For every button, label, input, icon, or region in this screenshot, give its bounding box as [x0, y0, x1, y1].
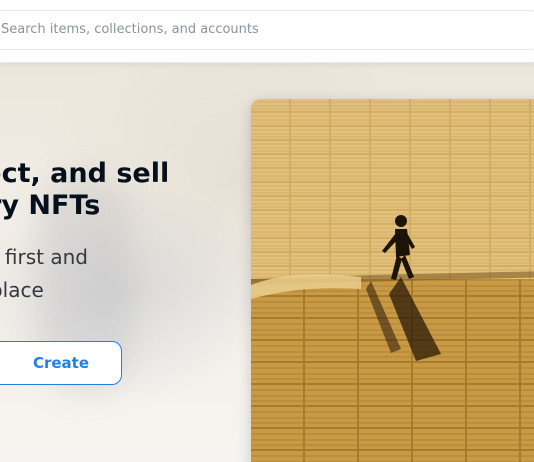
- hero-section: Discover, collect, and sell extraordinar…: [0, 63, 534, 462]
- create-button-label: Create: [32, 354, 90, 372]
- top-navigation-bar: Search items, collections, and accounts: [0, 0, 534, 63]
- hero-headline: Discover, collect, and sell extraordinar…: [0, 158, 169, 222]
- featured-nft-card[interactable]: [251, 99, 534, 462]
- create-button[interactable]: Create: [0, 341, 122, 385]
- search-placeholder: Search items, collections, and accounts: [1, 22, 259, 37]
- hero-subtitle-line-2: largest NFT marketplace: [0, 278, 44, 302]
- hero-headline-line-1: Discover, collect, and sell: [0, 158, 170, 189]
- hero-subtitle-line-1: OpenSea is the world's first and: [0, 245, 88, 269]
- search-input[interactable]: Search items, collections, and accounts: [0, 10, 534, 50]
- hero-subtitle: OpenSea is the world's first and largest…: [0, 241, 88, 307]
- hero-headline-line-2: extraordinary NFTs: [0, 190, 101, 221]
- featured-nft-image: [251, 99, 534, 462]
